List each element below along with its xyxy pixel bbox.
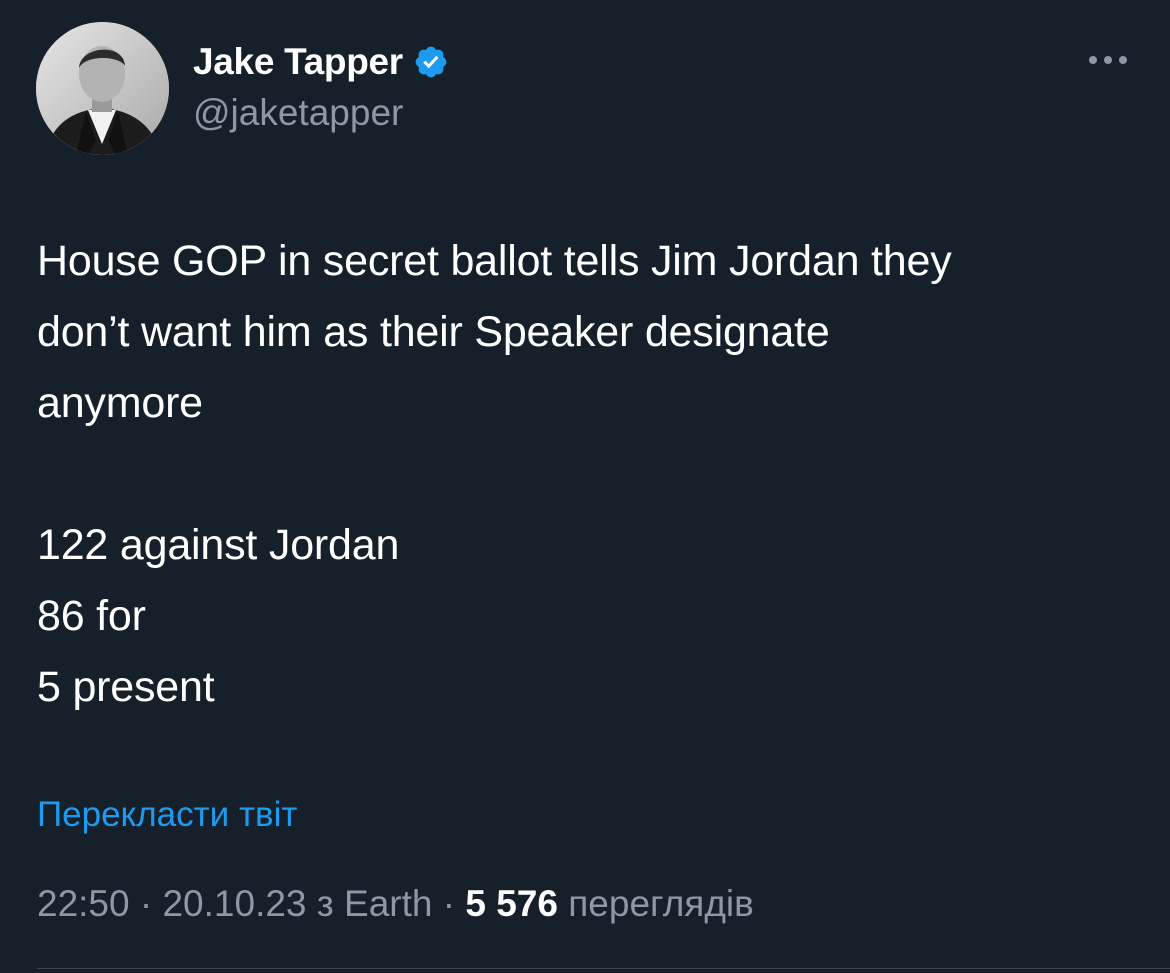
- tweet-date[interactable]: 20.10.23: [162, 883, 306, 924]
- tweet-time[interactable]: 22:50: [37, 883, 130, 924]
- tweet-text: House GOP in secret ballot tells Jim Jor…: [37, 226, 1137, 723]
- verified-badge-icon[interactable]: [413, 44, 449, 80]
- tweet-text-line: don’t want him as their Speaker designat…: [37, 308, 830, 356]
- meta-separator: ·: [139, 883, 153, 924]
- more-options-button[interactable]: [1084, 48, 1132, 72]
- author-handle[interactable]: @jaketapper: [193, 92, 403, 134]
- tweet-text-line: 5 present: [37, 663, 215, 711]
- tweet-card: Jake Tapper @jaketapper House GOP in sec…: [0, 0, 1170, 973]
- tweet-text-line: House GOP in secret ballot tells Jim Jor…: [37, 237, 952, 285]
- tweet-text-line: anymore: [37, 379, 203, 427]
- author-name-row: Jake Tapper: [193, 38, 449, 86]
- source-prefix: з: [316, 883, 334, 924]
- avatar[interactable]: [36, 22, 169, 155]
- tweet-source: Earth: [344, 883, 433, 924]
- tweet-meta: 22:50 · 20.10.23 з Earth · 5 576 перегля…: [37, 883, 754, 925]
- meta-separator: ·: [442, 883, 456, 924]
- views-count[interactable]: 5 576: [465, 883, 558, 924]
- tweet-text-line: 122 against Jordan: [37, 521, 400, 569]
- translate-tweet-link[interactable]: Перекласти твіт: [37, 795, 297, 835]
- divider: [37, 968, 1170, 969]
- views-label: переглядів: [568, 883, 754, 924]
- more-dots-icon: [1089, 56, 1127, 64]
- tweet-text-line: 86 for: [37, 592, 146, 640]
- avatar-photo-icon: [36, 22, 169, 155]
- author-display-name[interactable]: Jake Tapper: [193, 41, 403, 83]
